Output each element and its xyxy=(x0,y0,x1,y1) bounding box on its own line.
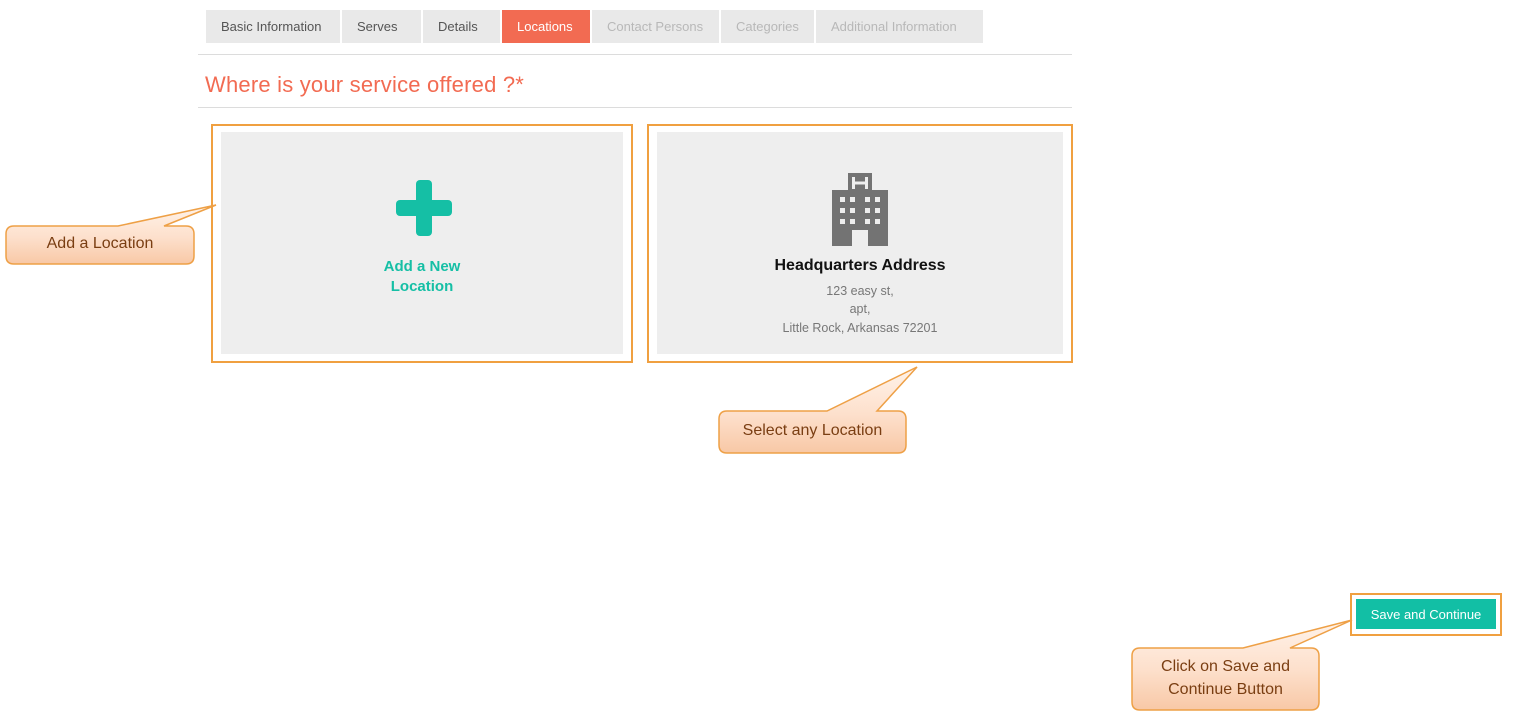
callout-save: Click on Save and Continue Button xyxy=(1132,655,1319,701)
add-location-label-line: Add a New xyxy=(383,258,461,275)
location-title: Headquarters Address xyxy=(774,257,946,274)
wizard-tabs: Basic Information Serves Details Locatio… xyxy=(206,10,983,43)
tab-additional-information[interactable]: Additional Information xyxy=(816,10,983,43)
tab-basic-information[interactable]: Basic Information xyxy=(206,10,340,43)
location-card-headquarters[interactable]: Headquarters Address 123 easy st, apt, L… xyxy=(657,132,1063,354)
callout-save-line: Click on Save and xyxy=(1161,658,1290,675)
address-line: 123 easy st, xyxy=(826,284,894,298)
add-location-card-highlight[interactable]: Add a New Location xyxy=(211,124,633,363)
callout-select-location: Select any Location xyxy=(742,422,883,439)
add-location-label-line: Location xyxy=(390,278,454,295)
callout-add-location: Add a Location xyxy=(46,235,154,252)
divider xyxy=(198,54,1072,55)
add-location-label: Add a New Location xyxy=(221,257,623,297)
plus-icon xyxy=(396,180,452,236)
address-line: Little Rock, Arkansas 72201 xyxy=(782,321,938,335)
address-line: apt, xyxy=(849,302,871,316)
save-button-highlight: Save and Continue xyxy=(1350,593,1502,636)
building-icon xyxy=(832,173,888,246)
add-location-card[interactable]: Add a New Location xyxy=(221,132,623,354)
section-title: Where is your service offered ?* xyxy=(205,72,525,97)
callout-save-line: Continue Button xyxy=(1168,681,1283,698)
tab-details[interactable]: Details xyxy=(423,10,500,43)
tab-locations[interactable]: Locations xyxy=(502,10,590,43)
tab-contact-persons[interactable]: Contact Persons xyxy=(592,10,719,43)
save-and-continue-button[interactable]: Save and Continue xyxy=(1356,599,1496,629)
tab-categories[interactable]: Categories xyxy=(721,10,814,43)
location-card-highlight[interactable]: Headquarters Address 123 easy st, apt, L… xyxy=(647,124,1073,363)
tab-serves[interactable]: Serves xyxy=(342,10,421,43)
divider xyxy=(198,107,1072,108)
